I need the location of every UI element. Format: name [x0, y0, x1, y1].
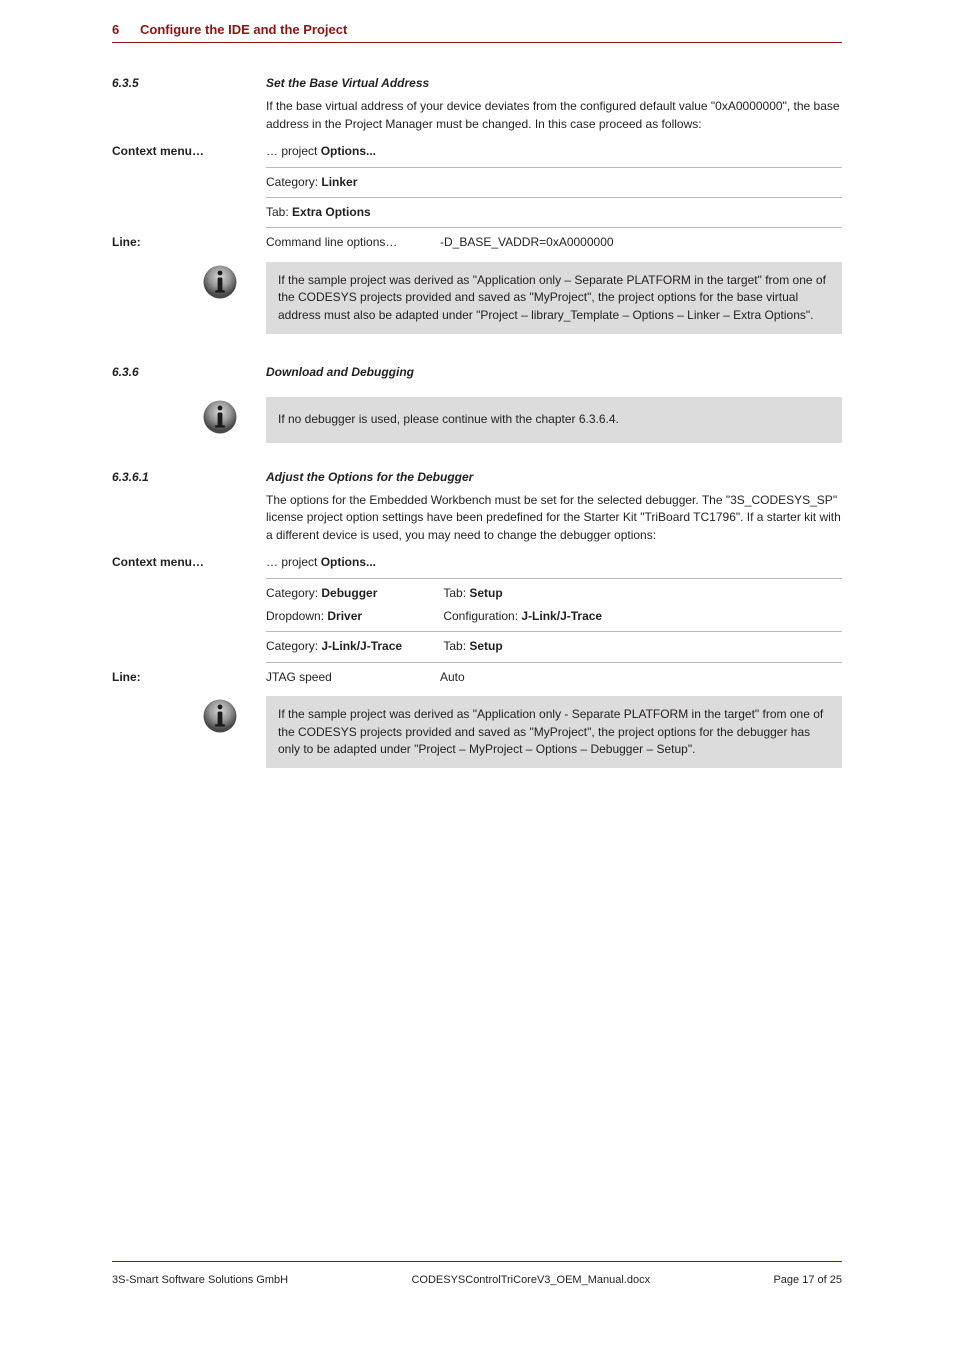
footer-center: CODESYSControlTriCoreV3_OEM_Manual.docx	[411, 1274, 650, 1286]
intro-text: If the base virtual address of your devi…	[266, 98, 842, 133]
config-value: JTAG speedAuto	[266, 669, 842, 686]
section-heading: 6.3.6 Download and Debugging	[112, 364, 842, 381]
config-row: Category: Linker	[112, 174, 842, 198]
config-row: Category: Debugger Tab: Setup Dropdown: …	[112, 585, 842, 633]
section-heading: 6.3.5 Set the Base Virtual Address	[112, 75, 842, 92]
intro-text: The options for the Embedded Workbench m…	[266, 492, 842, 544]
config-row: Context menu… … project Options...	[112, 554, 842, 578]
footer-left: 3S-Smart Software Solutions GmbH	[112, 1274, 288, 1286]
config-value: … project Options...	[266, 143, 842, 167]
config-label: Context menu…	[112, 143, 266, 158]
config-label	[112, 204, 266, 205]
info-text: If no debugger is used, please continue …	[266, 397, 842, 442]
section-number: 6.3.5	[112, 76, 139, 90]
section-intro: If the base virtual address of your devi…	[112, 98, 842, 133]
page-header-number: 6	[112, 22, 119, 37]
config-label: Context menu…	[112, 554, 266, 569]
page-content: 6.3.5 Set the Base Virtual Address If th…	[112, 75, 842, 768]
footer-right: Page 17 of 25	[773, 1274, 842, 1286]
config-value: Category: J-Link/J-Trace Tab: Setup	[266, 638, 842, 662]
config-value: Command line options…-D_BASE_VADDR=0xA00…	[266, 234, 842, 251]
header-divider	[112, 42, 842, 43]
page-footer: 3S-Smart Software Solutions GmbH CODESYS…	[112, 1274, 842, 1286]
page-header-title: Configure the IDE and the Project	[140, 22, 347, 37]
config-value: … project Options...	[266, 554, 842, 578]
info-text: If the sample project was derived as "Ap…	[266, 696, 842, 768]
config-label: Line:	[112, 669, 266, 684]
section-number: 6.3.6.1	[112, 470, 149, 484]
config-value: Category: Linker	[266, 174, 842, 198]
config-row: Line: JTAG speedAuto	[112, 669, 842, 686]
config-row: Line: Command line options…-D_BASE_VADDR…	[112, 234, 842, 251]
footer-divider	[112, 1261, 842, 1262]
config-label: Line:	[112, 234, 266, 249]
config-label	[112, 585, 266, 586]
config-row: Category: J-Link/J-Trace Tab: Setup	[112, 638, 842, 662]
config-row: Context menu… … project Options...	[112, 143, 842, 167]
config-value: Tab: Extra Options	[266, 204, 842, 228]
section-number: 6.3.6	[112, 365, 139, 379]
config-row: Tab: Extra Options	[112, 204, 842, 228]
section-title: Download and Debugging	[266, 365, 414, 379]
section-title: Set the Base Virtual Address	[266, 76, 429, 90]
config-label	[112, 174, 266, 175]
info-icon	[202, 264, 238, 300]
config-value: Category: Debugger Tab: Setup Dropdown: …	[266, 585, 842, 633]
section-intro: The options for the Embedded Workbench m…	[112, 492, 842, 544]
info-callout: If the sample project was derived as "Ap…	[112, 262, 842, 334]
section-heading: 6.3.6.1 Adjust the Options for the Debug…	[112, 469, 842, 486]
config-label	[112, 638, 266, 639]
info-callout: If the sample project was derived as "Ap…	[112, 696, 842, 768]
info-icon	[202, 399, 238, 435]
info-callout: If no debugger is used, please continue …	[112, 397, 842, 442]
section-title: Adjust the Options for the Debugger	[266, 470, 473, 484]
info-icon	[202, 698, 238, 734]
info-text: If the sample project was derived as "Ap…	[266, 262, 842, 334]
